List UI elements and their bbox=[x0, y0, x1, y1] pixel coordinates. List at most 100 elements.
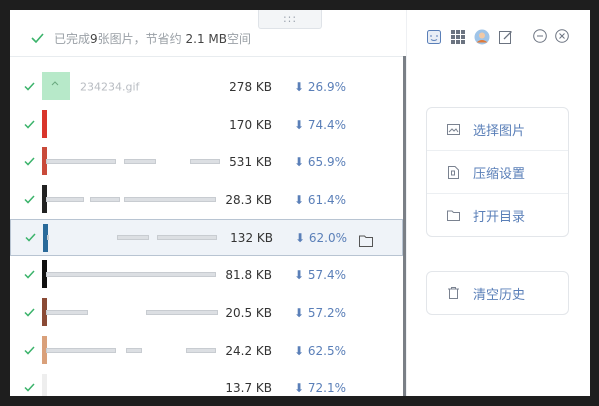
table-row[interactable]: 531 KB ⬇ 65.9% bbox=[10, 143, 403, 181]
file-size: 13.7 KB bbox=[225, 381, 272, 396]
compress-settings-button[interactable]: 压缩设置 bbox=[427, 151, 568, 194]
down-arrow-icon: ⬇ bbox=[294, 155, 305, 170]
check-icon bbox=[25, 233, 36, 242]
table-row[interactable]: 234234.gif 278 KB ⬇ 26.9% bbox=[10, 68, 403, 106]
down-arrow-icon: ⬇ bbox=[294, 117, 305, 132]
file-size: 132 KB bbox=[230, 230, 273, 245]
down-arrow-icon: ⬇ bbox=[294, 381, 305, 396]
panel-divider bbox=[406, 10, 407, 396]
file-size: 28.3 KB bbox=[225, 192, 272, 207]
open-folder-icon[interactable] bbox=[359, 232, 373, 247]
reduction-percent: ⬇ 74.4% bbox=[294, 118, 346, 132]
down-arrow-icon: ⬇ bbox=[294, 305, 305, 320]
history-group: 清空历史 bbox=[426, 271, 569, 315]
image-thumbnail bbox=[42, 373, 47, 396]
down-arrow-icon: ⬇ bbox=[294, 192, 305, 207]
status-text: 已完成9张图片，节省约 2.1 MB空间 bbox=[54, 30, 251, 47]
scrollbar[interactable] bbox=[403, 56, 406, 396]
status-bar: 已完成9张图片，节省约 2.1 MB空间 bbox=[10, 24, 390, 52]
table-row[interactable]: 20.5 KB ⬇ 57.2% bbox=[10, 294, 403, 332]
reduction-percent: ⬇ 57.4% bbox=[294, 268, 346, 282]
file-size: 20.5 KB bbox=[225, 305, 272, 320]
check-icon bbox=[24, 157, 35, 166]
reduction-value: 62.5% bbox=[307, 343, 347, 358]
file-size: 531 KB bbox=[229, 155, 272, 170]
compress-settings-label: 压缩设置 bbox=[473, 166, 526, 182]
file-size: 170 KB bbox=[229, 117, 272, 132]
minimize-icon[interactable] bbox=[533, 29, 547, 43]
table-row[interactable]: 81.8 KB ⬇ 57.4% bbox=[10, 256, 403, 294]
reduction-percent: ⬇ 72.1% bbox=[294, 381, 346, 395]
check-icon bbox=[24, 346, 35, 355]
reduction-percent: ⬇ 62.0% bbox=[295, 231, 347, 245]
file-name-redacted bbox=[46, 158, 220, 165]
file-name-redacted bbox=[46, 347, 216, 354]
mac-finder-icon[interactable] bbox=[426, 29, 442, 45]
reduction-value: 61.4% bbox=[307, 192, 347, 207]
file-size: 278 KB bbox=[229, 79, 272, 94]
check-icon bbox=[24, 308, 35, 317]
table-row[interactable]: 13.7 KB ⬇ 72.1% bbox=[10, 370, 403, 396]
table-row[interactable]: 28.3 KB ⬇ 61.4% bbox=[10, 181, 403, 219]
down-arrow-icon: ⬇ bbox=[294, 79, 305, 94]
status-suffix: 空间 bbox=[226, 31, 251, 46]
file-settings-icon bbox=[446, 165, 460, 179]
image-icon bbox=[446, 122, 460, 136]
reduction-percent: ⬇ 65.9% bbox=[294, 155, 346, 169]
image-thumbnail bbox=[42, 72, 70, 100]
reduction-value: 62.0% bbox=[308, 230, 348, 245]
list-divider bbox=[10, 56, 406, 57]
reduction-value: 74.4% bbox=[307, 117, 347, 132]
select-images-button[interactable]: 选择图片 bbox=[427, 108, 568, 151]
reduction-value: 72.1% bbox=[307, 381, 347, 396]
action-group: 选择图片 压缩设置 打开目录 bbox=[426, 107, 569, 237]
file-name-redacted bbox=[46, 309, 218, 316]
status-middle: 张图片，节省约 bbox=[97, 31, 182, 46]
down-arrow-icon: ⬇ bbox=[294, 268, 305, 283]
status-count: 9 bbox=[90, 31, 98, 46]
check-icon bbox=[24, 383, 35, 392]
table-row[interactable]: 170 KB ⬇ 74.4% bbox=[10, 106, 403, 144]
status-saved: 2.1 MB bbox=[185, 31, 227, 46]
file-name-redacted bbox=[46, 196, 216, 203]
reduction-percent: ⬇ 61.4% bbox=[294, 193, 346, 207]
clear-history-button[interactable]: 清空历史 bbox=[427, 272, 568, 314]
reduction-percent: ⬇ 62.5% bbox=[294, 344, 346, 358]
reduction-value: 57.2% bbox=[307, 305, 347, 320]
table-row[interactable]: 132 KB ⬇ 62.0% bbox=[10, 218, 403, 257]
reduction-value: 57.4% bbox=[307, 268, 347, 283]
table-row[interactable]: 24.2 KB ⬇ 62.5% bbox=[10, 332, 403, 370]
avatar[interactable] bbox=[474, 29, 490, 45]
trash-icon bbox=[446, 286, 460, 300]
folder-icon bbox=[446, 208, 460, 222]
reduction-value: 65.9% bbox=[307, 155, 347, 170]
reduction-percent: ⬇ 57.2% bbox=[294, 306, 346, 320]
open-directory-label: 打开目录 bbox=[473, 209, 526, 225]
window-controls bbox=[533, 29, 577, 43]
edit-note-icon[interactable] bbox=[498, 29, 514, 45]
grid-apps-icon[interactable] bbox=[450, 29, 466, 45]
reduction-value: 26.9% bbox=[307, 79, 347, 94]
file-name-redacted bbox=[46, 271, 216, 278]
clear-history-label: 清空历史 bbox=[473, 287, 526, 303]
select-images-label: 选择图片 bbox=[473, 123, 526, 139]
open-directory-button[interactable]: 打开目录 bbox=[427, 194, 568, 236]
file-name: 234234.gif bbox=[80, 80, 140, 94]
file-list: 234234.gif 278 KB ⬇ 26.9% 170 KB ⬇ 74.4% 531 … bbox=[10, 68, 403, 396]
check-icon bbox=[31, 33, 44, 43]
toolbar bbox=[426, 28, 522, 46]
down-arrow-icon: ⬇ bbox=[295, 230, 306, 245]
check-icon bbox=[24, 120, 35, 129]
reduction-percent: ⬇ 26.9% bbox=[294, 80, 346, 94]
check-icon bbox=[24, 270, 35, 279]
image-thumbnail bbox=[42, 109, 47, 138]
close-icon[interactable] bbox=[555, 29, 569, 43]
check-icon bbox=[24, 195, 35, 204]
file-name-redacted bbox=[47, 234, 217, 241]
check-icon bbox=[24, 82, 35, 91]
app-window: ::: 已完成9张图片，节省约 2.1 MB空间 234234.gif 278 … bbox=[10, 10, 590, 396]
down-arrow-icon: ⬇ bbox=[294, 343, 305, 358]
status-prefix: 已完成 bbox=[54, 31, 91, 46]
file-size: 81.8 KB bbox=[225, 268, 272, 283]
file-size: 24.2 KB bbox=[225, 343, 272, 358]
